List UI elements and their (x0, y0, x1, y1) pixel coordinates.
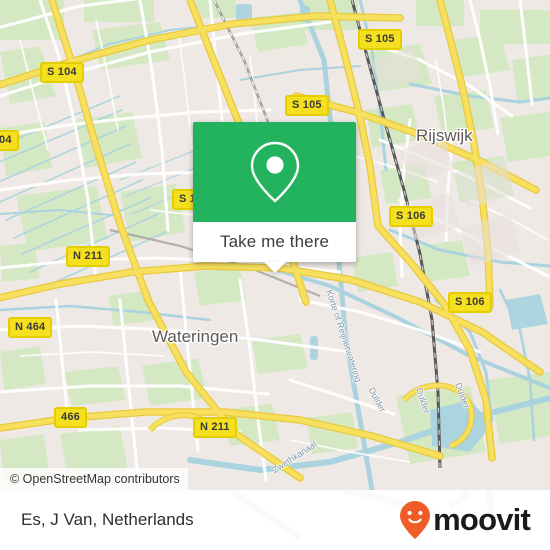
bottom-info-bar: Es, J Van, Netherlands moovit (0, 490, 550, 550)
road-shield-s106-lower[interactable]: S 106 (448, 292, 492, 313)
road-shield-s105-north[interactable]: S 105 (358, 29, 402, 50)
road-shield-s104[interactable]: S 104 (40, 62, 84, 83)
map-canvas[interactable]: S 104 S 105 S 105 04 S 1 S 106 N 211 S 1… (0, 0, 550, 490)
road-shield-s105-center[interactable]: S 105 (285, 95, 329, 116)
popup-pointer-tail (263, 262, 286, 273)
popup-hero-image (193, 122, 356, 222)
moovit-wordmark: moovit (433, 502, 531, 537)
moovit-map-screen: S 104 S 105 S 105 04 S 1 S 106 N 211 S 1… (0, 0, 550, 550)
place-label-wateringen: Wateringen (152, 327, 239, 346)
place-label-rijswijk: Rijswijk (416, 126, 473, 145)
popup-cta-label: Take me there (219, 232, 330, 251)
moovit-logo: moovit (399, 500, 531, 540)
location-title: Es, J Van, Netherlands (21, 510, 194, 529)
moovit-smiley-pin-icon (400, 501, 431, 539)
road-shield-n211-lower[interactable]: N 211 (193, 417, 237, 438)
road-shield-466[interactable]: 466 (54, 407, 87, 428)
road-shield-n464[interactable]: N 464 (8, 317, 53, 338)
road-shield-s106-upper[interactable]: S 106 (389, 206, 433, 227)
osm-attribution[interactable]: © OpenStreetMap contributors (0, 468, 188, 490)
map-pin-icon (250, 141, 299, 203)
popup-cta-bar[interactable]: Take me there (193, 222, 356, 273)
road-shield-n211-upper[interactable]: N 211 (66, 246, 110, 267)
location-popup-card[interactable]: Take me there (193, 122, 356, 273)
road-shield-edge-clipped[interactable]: 04 (0, 130, 19, 151)
